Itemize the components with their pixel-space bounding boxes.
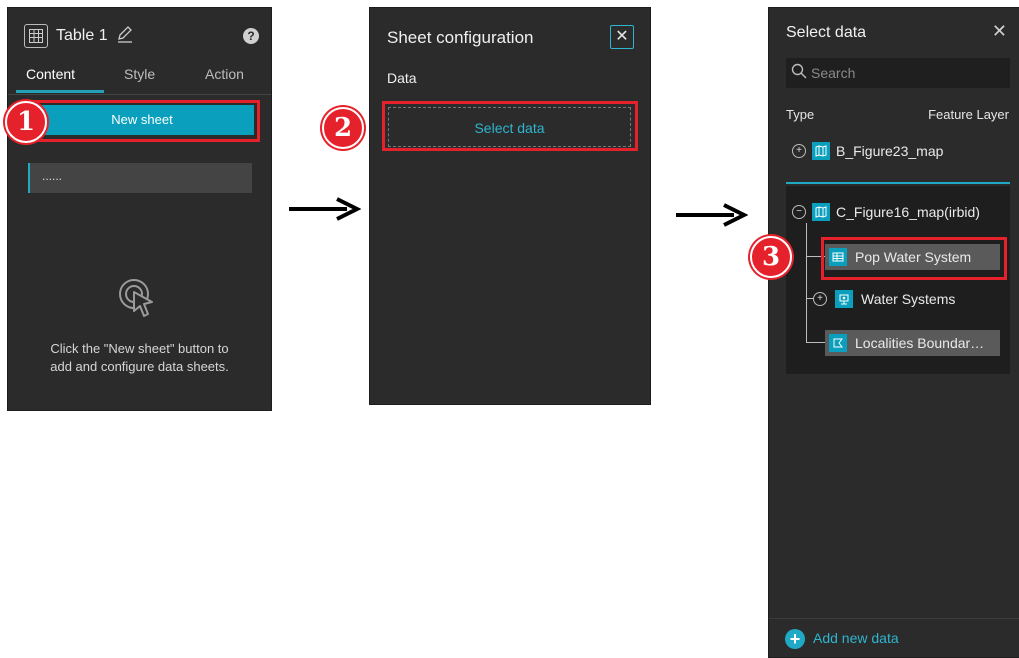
table-icon: [24, 24, 48, 48]
panel-title: Sheet configuration: [387, 28, 534, 47]
table-widget-panel: Table 1 ? Content Style Action New sheet…: [7, 7, 272, 411]
empty-text-line: add and configure data sheets.: [50, 359, 229, 374]
step-badge-2: 2: [322, 107, 364, 149]
arrow-right-icon: [289, 197, 361, 221]
polygon-layer-icon: [829, 334, 847, 352]
sheet-list-item[interactable]: ......: [28, 163, 252, 193]
tab-bar: Content Style Action: [8, 60, 271, 95]
empty-text-line: Click the "New sheet" button to: [50, 341, 229, 356]
step-badge-1: 1: [5, 101, 47, 143]
point-layer-icon: [835, 290, 853, 308]
add-new-data-link[interactable]: Add new data: [813, 630, 899, 646]
close-icon[interactable]: ✕: [610, 25, 634, 49]
tab-action[interactable]: Action: [205, 66, 244, 82]
edit-pencil-icon[interactable]: [116, 25, 134, 48]
layer-item-localities-boundary[interactable]: Localities Boundar…: [825, 330, 1000, 356]
sheet-configuration-panel: Sheet configuration ✕ Data Select data: [369, 7, 651, 405]
help-icon[interactable]: ?: [243, 28, 259, 44]
panel-footer: + Add new data: [769, 618, 1019, 658]
click-pointer-icon: [118, 278, 158, 323]
search-placeholder: Search: [811, 65, 856, 81]
search-input[interactable]: Search: [786, 58, 1010, 88]
search-icon: [791, 63, 807, 84]
empty-state-text: Click the "New sheet" button to add and …: [8, 340, 271, 376]
highlight-box-select-data: [382, 101, 638, 151]
layer-name: Localities Boundar…: [855, 335, 985, 351]
map-name: B_Figure23_map: [836, 143, 944, 159]
tree-line: [806, 342, 826, 343]
map-item[interactable]: − C_Figure16_map(irbid): [792, 203, 980, 221]
tab-content[interactable]: Content: [26, 66, 75, 82]
active-tab-indicator: [16, 90, 104, 93]
map-item[interactable]: + B_Figure23_map: [792, 142, 943, 160]
divider: [786, 182, 1010, 184]
expand-plus-icon[interactable]: +: [813, 292, 827, 306]
select-data-panel: Select data ✕ Search Type Feature Layer …: [768, 7, 1019, 658]
expand-plus-icon[interactable]: +: [792, 144, 806, 158]
tree-line: [806, 223, 807, 343]
add-icon[interactable]: +: [785, 629, 805, 649]
type-dropdown[interactable]: Feature Layer: [928, 107, 1009, 122]
highlight-box-layer: [821, 237, 1007, 280]
collapse-minus-icon[interactable]: −: [792, 205, 806, 219]
close-icon[interactable]: ✕: [992, 21, 1007, 42]
layer-item-water-systems[interactable]: + Water Systems: [809, 286, 999, 312]
type-label: Type: [786, 107, 815, 122]
arrow-right-icon: [676, 203, 748, 227]
map-icon: [812, 203, 830, 221]
panel-header: Table 1: [24, 24, 134, 48]
tab-style[interactable]: Style: [124, 66, 155, 82]
step-badge-3: 3: [750, 236, 792, 278]
map-name: C_Figure16_map(irbid): [836, 204, 980, 220]
widget-title: Table 1: [56, 27, 108, 44]
panel-title: Select data: [786, 24, 867, 41]
section-label-data: Data: [387, 70, 417, 86]
layer-name: Water Systems: [861, 291, 956, 307]
highlight-box-new-sheet: [25, 100, 260, 142]
map-icon: [812, 142, 830, 160]
